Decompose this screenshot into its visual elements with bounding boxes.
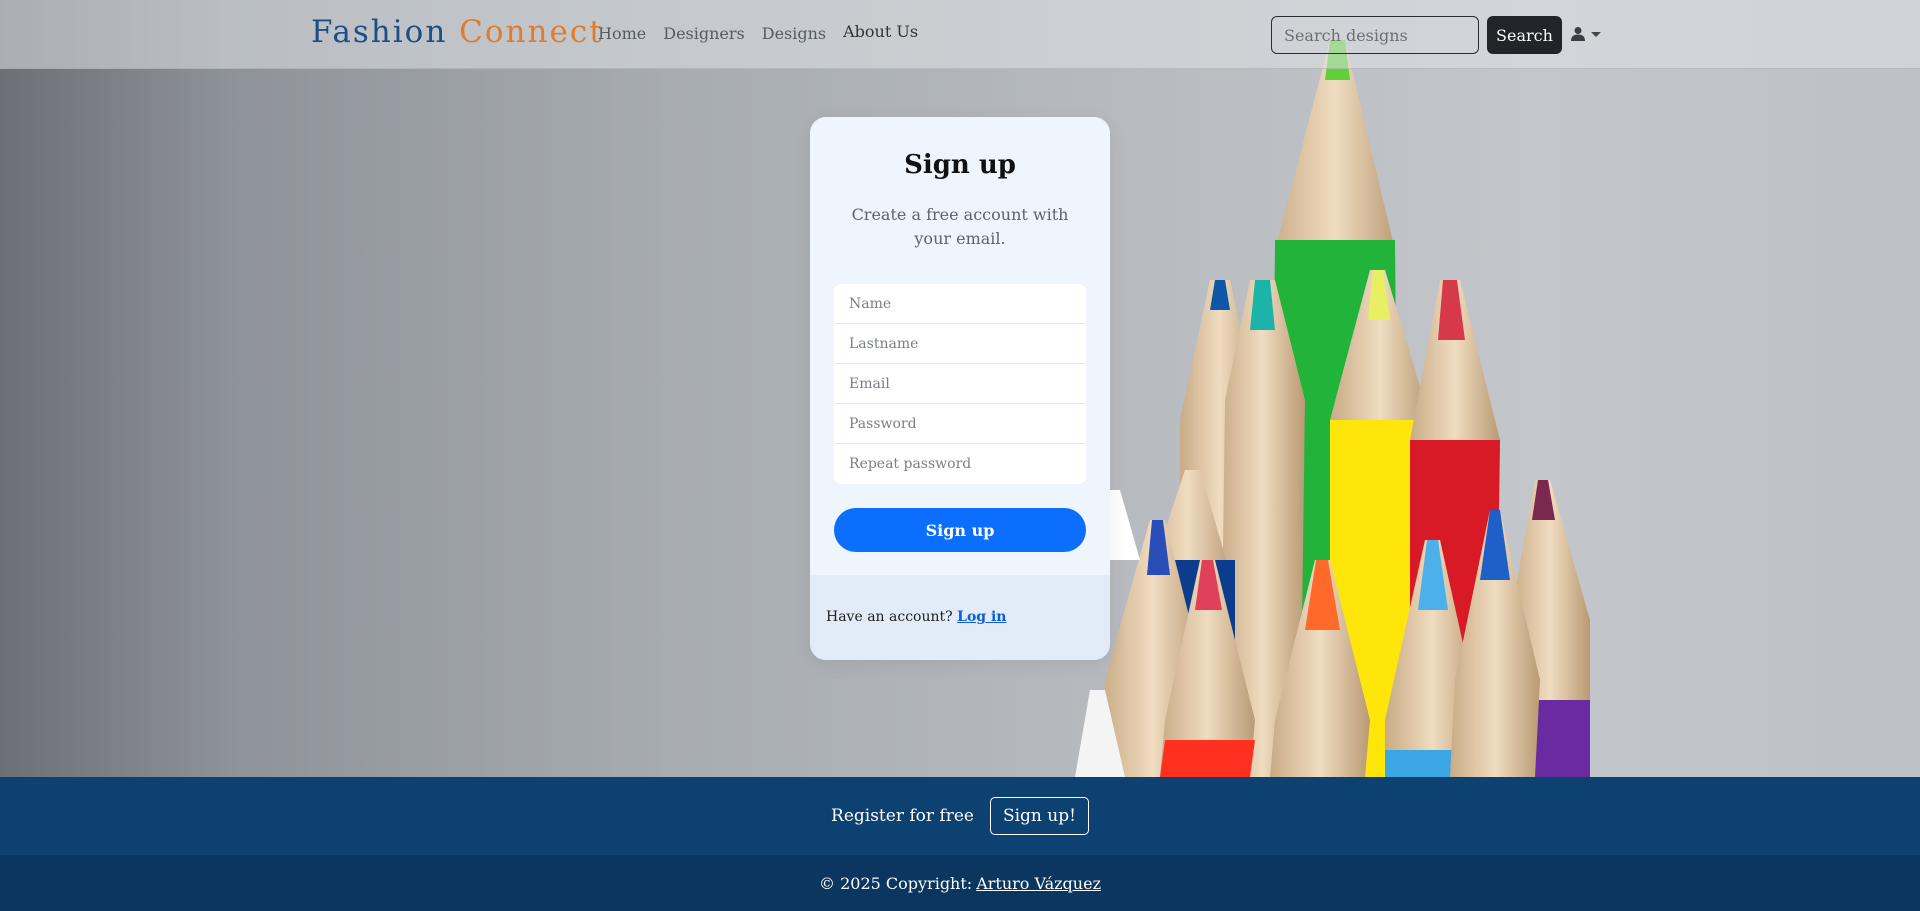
chevron-down-icon (1591, 31, 1601, 37)
repeat-password-field[interactable] (834, 444, 1086, 484)
signup-subtitle: Create a free account with your email. (851, 205, 1069, 248)
nav-link-about-us[interactable]: About Us (843, 22, 918, 41)
top-navbar: Fashion Connect Home Designers Designs A… (0, 0, 1920, 69)
user-menu-dropdown[interactable] (1570, 26, 1601, 42)
register-banner: Register for free Sign up! (0, 777, 1920, 855)
nav-link-designers[interactable]: Designers (663, 24, 745, 43)
copyright-footer: © 2025 Copyright: Arturo Vázquez (0, 855, 1920, 911)
signup-title: Sign up (904, 150, 1016, 180)
name-field[interactable] (834, 284, 1086, 324)
brand-part-connect: Connect (459, 14, 604, 50)
brand-part-fashion: Fashion (311, 14, 448, 50)
copyright-text: © 2025 Copyright: (819, 873, 973, 893)
login-link[interactable]: Log in (957, 609, 1006, 625)
user-icon (1571, 27, 1585, 41)
copyright-author-link[interactable]: Arturo Vázquez (976, 874, 1101, 893)
brand-logo[interactable]: Fashion Connect (311, 14, 604, 50)
register-text: Register for free (831, 806, 974, 826)
nav-link-home[interactable]: Home (598, 24, 646, 43)
signup-form-fields (834, 284, 1086, 484)
search-button[interactable]: Search (1487, 16, 1562, 54)
signup-submit-button[interactable]: Sign up (834, 508, 1086, 552)
register-signup-button[interactable]: Sign up! (989, 797, 1089, 835)
email-field[interactable] (834, 364, 1086, 404)
password-field[interactable] (834, 404, 1086, 444)
search-input[interactable] (1271, 16, 1479, 54)
card-footer: Have an account? Log in (810, 575, 1110, 660)
nav-link-designs[interactable]: Designs (762, 24, 826, 43)
have-account-text: Have an account? Log in (826, 609, 1006, 625)
nav-links: Home Designers Designs About Us (598, 22, 918, 43)
lastname-field[interactable] (834, 324, 1086, 364)
have-account-label: Have an account? (826, 609, 953, 625)
signup-card: Sign up Create a free account with your … (810, 117, 1110, 660)
